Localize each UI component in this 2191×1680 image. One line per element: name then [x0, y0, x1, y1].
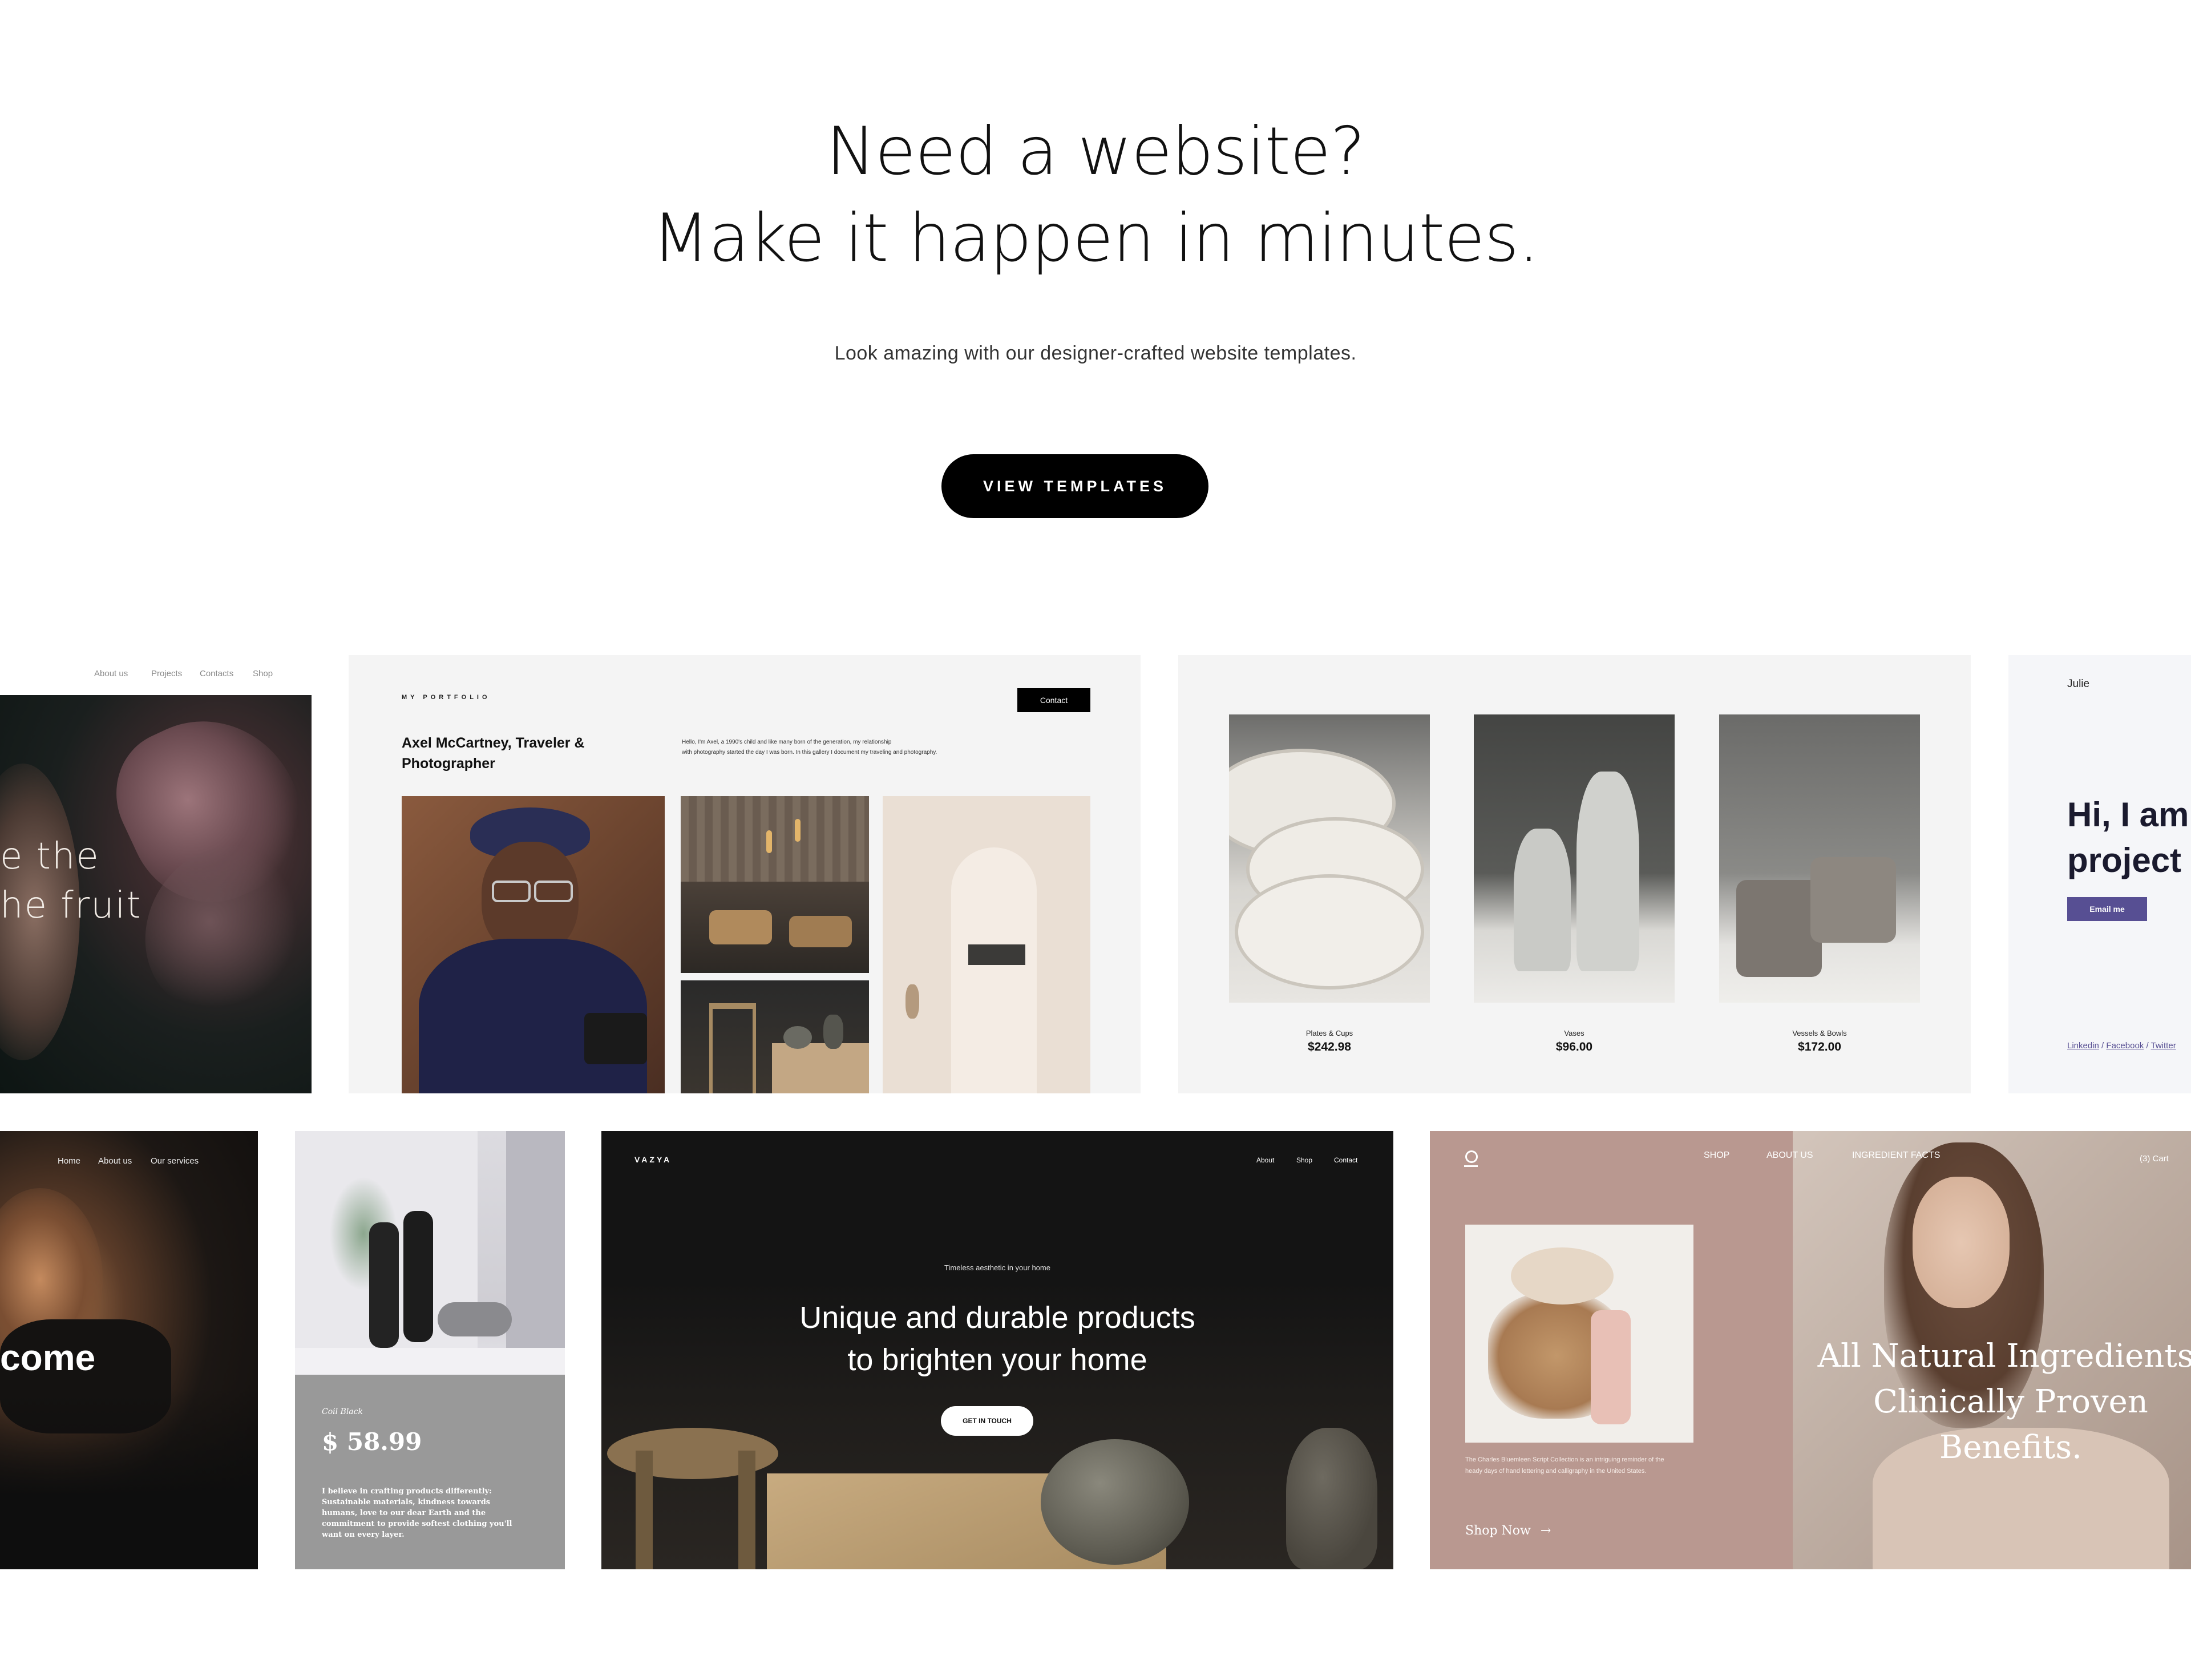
view-templates-button[interactable]: VIEW TEMPLATES: [941, 454, 1208, 518]
floral-headline: e the he fruit: [0, 832, 142, 930]
template-card-julie[interactable]: Julie Hi, I am project m Email me Linked…: [2008, 655, 2191, 1093]
bottle-photo[interactable]: [295, 1131, 565, 1375]
portfolio-label: MY PORTFOLIO: [402, 694, 491, 701]
hero-subtitle: Look amazing with our designer-crafted w…: [834, 342, 1357, 364]
product-price-2: $96.00: [1555, 1040, 1593, 1053]
template-card-vazya[interactable]: VAZYA About Shop Contact Timeless aesthe…: [601, 1131, 1393, 1569]
hero-title-line2: Make it happen in minutes.: [652, 200, 1539, 277]
template-card-floral[interactable]: About us Projects Contacts Shop e the he…: [0, 655, 312, 1093]
nav-contacts[interactable]: Contacts: [200, 669, 233, 679]
template-card-coil[interactable]: Coil Black $ 58.99 I believe in crafting…: [295, 1131, 565, 1569]
vessels-photo[interactable]: [1719, 714, 1920, 1003]
nav-about-us[interactable]: About us: [94, 669, 128, 679]
vases-photo[interactable]: [1474, 714, 1675, 1003]
julie-name: Julie: [2067, 678, 2090, 690]
contact-button[interactable]: Contact: [1017, 688, 1090, 712]
lounge-interior-photo[interactable]: [681, 796, 869, 973]
julie-headline: Hi, I am project m: [2067, 792, 2191, 883]
ingredients-photo[interactable]: [1465, 1225, 1693, 1443]
arch-room-photo[interactable]: [883, 796, 1090, 1093]
linkedin-link[interactable]: Linkedin: [2067, 1041, 2099, 1051]
skincare-headline-line1: All Natural Ingredients.: [1817, 1338, 2191, 1375]
template-nav: About us Projects Contacts Shop: [0, 655, 312, 695]
nav-shop[interactable]: Shop: [1296, 1156, 1312, 1164]
nav-our-services[interactable]: Our services: [151, 1156, 199, 1166]
coil-product-name: Coil Black: [322, 1407, 363, 1416]
nav-projects[interactable]: Projects: [151, 669, 182, 679]
vazya-eyebrow: Timeless aesthetic in your home: [944, 1263, 1050, 1272]
skincare-headline-line3: Benefits.: [1939, 1429, 2082, 1466]
skincare-logo-icon[interactable]: [1465, 1150, 1478, 1163]
cart-link[interactable]: (3) Cart: [2140, 1154, 2169, 1164]
vazya-headline-line2: to brighten your home: [847, 1343, 1147, 1377]
template-card-skincare[interactable]: SHOP ABOUT US INGREDIENT FACTS (3) Cart …: [1430, 1131, 2191, 1569]
shop-now-link[interactable]: Shop Now →: [1465, 1524, 1551, 1538]
facebook-link[interactable]: Facebook: [2106, 1041, 2144, 1051]
product-price-1: $242.98: [1308, 1040, 1351, 1053]
template-card-portfolio[interactable]: MY PORTFOLIO Contact Axel McCartney, Tra…: [349, 655, 1141, 1093]
coil-description: I believe in crafting products different…: [322, 1487, 512, 1539]
portfolio-bio-line2: with photography started the day I was b…: [682, 749, 937, 756]
hero-title: Need a website? Make it happen in minute…: [0, 108, 2191, 282]
portfolio-bio: Hello, I'm Axel, a 1990's child and like…: [682, 737, 1001, 758]
product-price-3: $172.00: [1798, 1040, 1841, 1053]
portfolio-name: Axel McCartney, Traveler & Photographer: [402, 735, 585, 772]
get-in-touch-button[interactable]: GET IN TOUCH: [941, 1406, 1033, 1436]
product-name-2: Vases: [1564, 1029, 1584, 1037]
tall-vase: [1286, 1428, 1377, 1569]
skincare-headline-line2: Clinically Proven: [1873, 1383, 2148, 1420]
julie-social-links: Linkedin / Facebook / Twitter: [2067, 1041, 2176, 1051]
product-name-3: Vessels & Bowls: [1792, 1029, 1847, 1037]
portfolio-bio-line1: Hello, I'm Axel, a 1990's child and like…: [682, 739, 892, 745]
nav-ingredient-facts[interactable]: INGREDIENT FACTS: [1852, 1150, 1940, 1161]
email-me-button[interactable]: Email me: [2067, 897, 2147, 921]
floral-headline-line1: e the: [0, 835, 100, 878]
portrait-photo[interactable]: [402, 796, 665, 1093]
nav-shop[interactable]: Shop: [253, 669, 273, 679]
nav-about-us[interactable]: About us: [98, 1156, 132, 1166]
coil-price: $ 58.99: [322, 1428, 422, 1456]
twitter-link[interactable]: Twitter: [2151, 1041, 2176, 1051]
nav-about[interactable]: About: [1256, 1156, 1274, 1164]
hero-title-line1: Need a website?: [826, 113, 1365, 190]
stool-photo[interactable]: [681, 980, 869, 1093]
plates-photo[interactable]: [1229, 714, 1430, 1003]
vazya-headline-line1: Unique and durable products: [799, 1301, 1195, 1335]
nav-home[interactable]: Home: [58, 1156, 80, 1166]
nav-about-us[interactable]: ABOUT US: [1766, 1150, 1813, 1161]
nav-contact[interactable]: Contact: [1334, 1156, 1357, 1164]
vazya-headline: Unique and durable products to brighten …: [601, 1297, 1393, 1381]
template-card-yoga[interactable]: Home About us Our services come: [0, 1131, 258, 1569]
vazya-brand[interactable]: VAZYA: [634, 1155, 672, 1164]
skincare-headline: All Natural Ingredients. Clinically Prov…: [1811, 1334, 2191, 1471]
nav-shop[interactable]: SHOP: [1704, 1150, 1729, 1161]
shop-now-label: Shop Now: [1465, 1524, 1531, 1538]
template-card-ceramics[interactable]: Plates & Cups $242.98 Vases $96.00 Vesse…: [1178, 655, 1971, 1093]
floral-headline-line2: he fruit: [0, 885, 142, 927]
julie-headline-line1: Hi, I am: [2067, 795, 2189, 834]
product-name-1: Plates & Cups: [1305, 1029, 1353, 1037]
round-vase: [1041, 1439, 1189, 1565]
yoga-headline: come: [0, 1337, 96, 1378]
skincare-body-text: The Charles Bluemleen Script Collection …: [1465, 1456, 1664, 1475]
arrow-right-icon: →: [1540, 1524, 1551, 1538]
julie-headline-line2: project m: [2067, 841, 2191, 879]
